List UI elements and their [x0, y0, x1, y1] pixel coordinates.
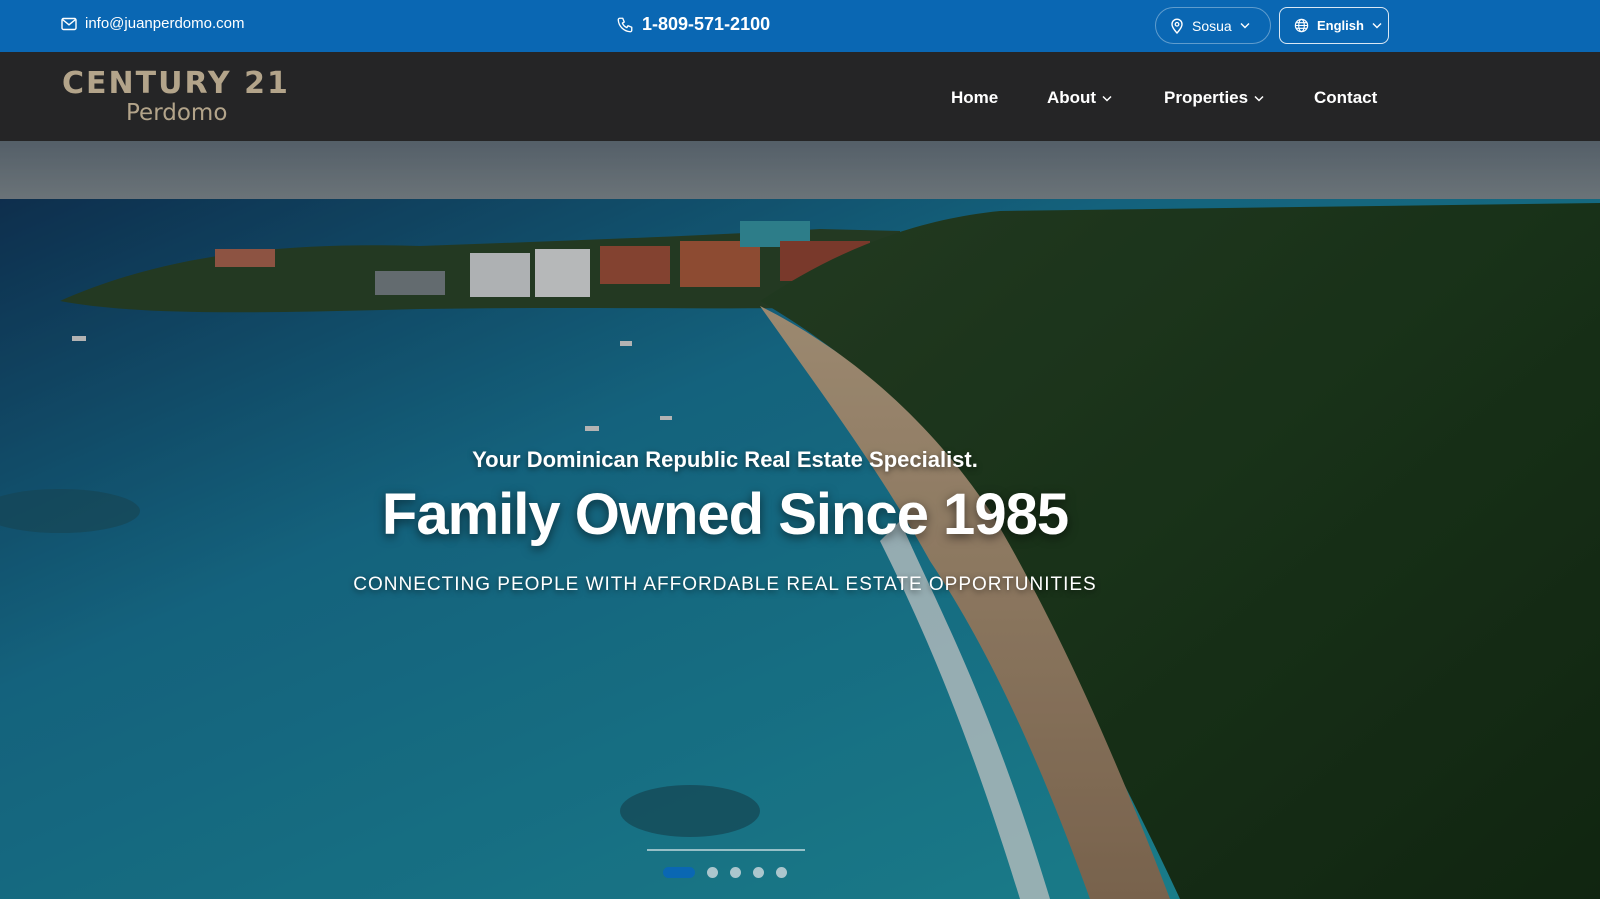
main-navbar: CENTURY 21 Perdomo Home About Properties… — [0, 52, 1600, 141]
globe-icon — [1294, 18, 1309, 33]
slide-progress-line — [647, 849, 805, 851]
nav-contact[interactable]: Contact — [1314, 88, 1377, 108]
language-selector[interactable]: English — [1279, 7, 1389, 44]
phone-link[interactable]: 1-809-571-2100 — [616, 14, 770, 35]
email-text: info@juanperdomo.com — [85, 15, 245, 32]
slide-dot-3[interactable] — [730, 867, 741, 878]
slider-pagination — [663, 867, 787, 878]
hero-title: Family Owned Since 1985 — [381, 482, 1069, 547]
hero-tagline: CONNECTING PEOPLE WITH AFFORDABLE REAL E… — [353, 574, 1097, 595]
nav-about-label: About — [1047, 88, 1097, 107]
site-logo[interactable]: CENTURY 21 Perdomo — [62, 66, 290, 127]
top-contact-bar: info@juanperdomo.com 1-809-571-2100 Sosu… — [0, 0, 1600, 52]
chevron-down-icon — [1254, 95, 1264, 102]
nav-properties-label: Properties — [1164, 88, 1249, 107]
mail-icon — [61, 17, 77, 31]
phone-icon — [616, 16, 634, 34]
nav-about[interactable]: About — [1047, 88, 1112, 108]
location-label: Sosua — [1192, 17, 1232, 34]
nav-contact-label: Contact — [1314, 88, 1378, 107]
slide-dot-4[interactable] — [753, 867, 764, 878]
email-link[interactable]: info@juanperdomo.com — [61, 15, 244, 32]
slide-dot-5[interactable] — [776, 867, 787, 878]
slide-dot-2[interactable] — [707, 867, 718, 878]
hero-subtitle: Your Dominican Republic Real Estate Spec… — [472, 447, 978, 472]
chevron-down-icon — [1240, 22, 1250, 29]
nav-home[interactable]: Home — [951, 88, 998, 108]
language-label: English — [1317, 18, 1364, 33]
phone-text: 1-809-571-2100 — [642, 14, 771, 34]
hero-slider: Your Dominican Republic Real Estate Spec… — [0, 141, 1600, 899]
location-selector[interactable]: Sosua — [1155, 7, 1271, 44]
logo-subtitle: Perdomo — [126, 100, 228, 126]
chevron-down-icon — [1102, 95, 1112, 102]
nav-home-label: Home — [951, 88, 999, 107]
chevron-down-icon — [1372, 22, 1382, 29]
nav-properties[interactable]: Properties — [1164, 88, 1264, 108]
map-pin-icon — [1170, 18, 1184, 34]
logo-brand: CENTURY 21 — [62, 66, 290, 101]
slide-dot-1[interactable] — [663, 867, 695, 878]
